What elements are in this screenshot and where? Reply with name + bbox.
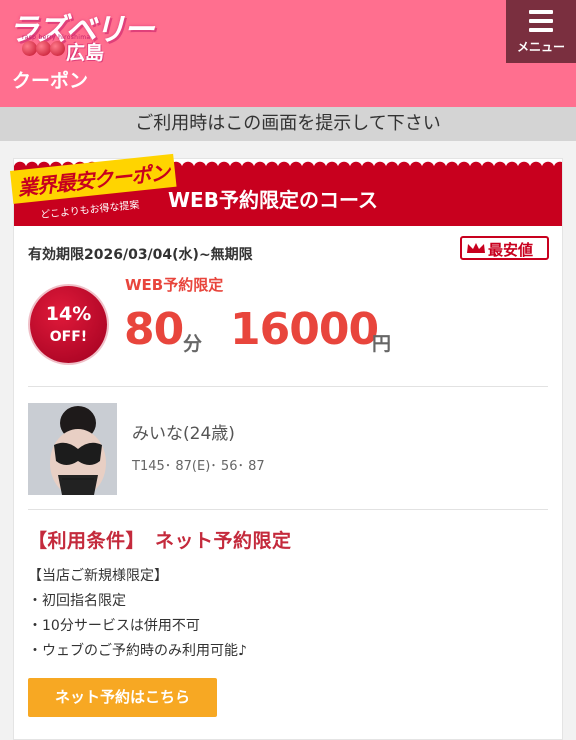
conditions-list: 【当店ご新規様限定】 ・初回指名限定 ・10分サービスは併用不可 ・ウェブのご予… <box>28 564 247 664</box>
coupon-header: 業界最安クーポン どこよりもお得な提案 WEB予約限定のコース <box>10 153 562 226</box>
cast-photo-image <box>28 403 117 495</box>
cheapest-label: 最安値 <box>488 241 534 259</box>
condition-item: ・初回指名限定 <box>28 593 126 609</box>
cast-photo[interactable] <box>28 403 117 495</box>
page-title: クーポン <box>12 70 89 92</box>
site-header: ラズベリー rasp berry hiroshima 広島 クーポン メニュー <box>0 0 576 107</box>
course-minutes: 80 <box>124 304 184 355</box>
logo-area: 広島 <box>66 42 105 64</box>
crown-icon <box>467 243 485 253</box>
web-limited-label: WEB予約限定 <box>125 276 224 294</box>
raspberry-icon <box>36 41 51 56</box>
discount-word: OFF! <box>49 329 88 345</box>
condition-item: ・ウェブのご予約時のみ利用可能♪ <box>28 643 247 659</box>
coupon-card: 業界最安クーポン どこよりもお得な提案 WEB予約限定のコース 有効期限2026… <box>10 153 563 740</box>
net-reserve-button[interactable]: ネット予約はこちら <box>28 678 217 717</box>
menu-label: メニュー <box>516 40 565 54</box>
course-price: 16000 <box>230 304 379 355</box>
divider <box>28 386 548 387</box>
menu-button[interactable]: メニュー <box>506 0 576 63</box>
condition-item: 【当店ご新規様限定】 <box>28 568 168 584</box>
validity-period: 有効期限2026/03/04(水)~無期限 <box>28 247 253 263</box>
discount-badge: 14% OFF! <box>30 286 107 363</box>
discount-percent: 14% <box>45 303 92 325</box>
course-title: WEB予約限定のコース <box>168 188 378 212</box>
cheapest-coupon-badge: 業界最安クーポン どこよりもお得な提案 <box>10 153 177 221</box>
raspberry-icon <box>50 41 65 56</box>
cheapest-badge: 最安値 <box>460 236 549 260</box>
divider <box>28 509 548 510</box>
site-logo[interactable]: ラズベリー rasp berry hiroshima 広島 <box>8 4 154 64</box>
cast-measurements: T145･ 87(E)･ 56･ 87 <box>132 459 265 474</box>
usage-notice: ご利用時はこの画面を提示して下さい <box>0 107 576 141</box>
badge-sub-text: どこよりもお得な提案 <box>39 199 141 222</box>
minutes-unit: 分 <box>183 333 203 355</box>
price-unit: 円 <box>372 333 392 355</box>
hamburger-icon <box>529 10 553 32</box>
conditions-title: 【利用条件】 ネット予約限定 <box>28 530 292 552</box>
cast-name[interactable]: みいな(24歳) <box>132 419 235 444</box>
condition-item: ・10分サービスは併用不可 <box>28 618 200 634</box>
raspberry-icon <box>22 41 37 56</box>
